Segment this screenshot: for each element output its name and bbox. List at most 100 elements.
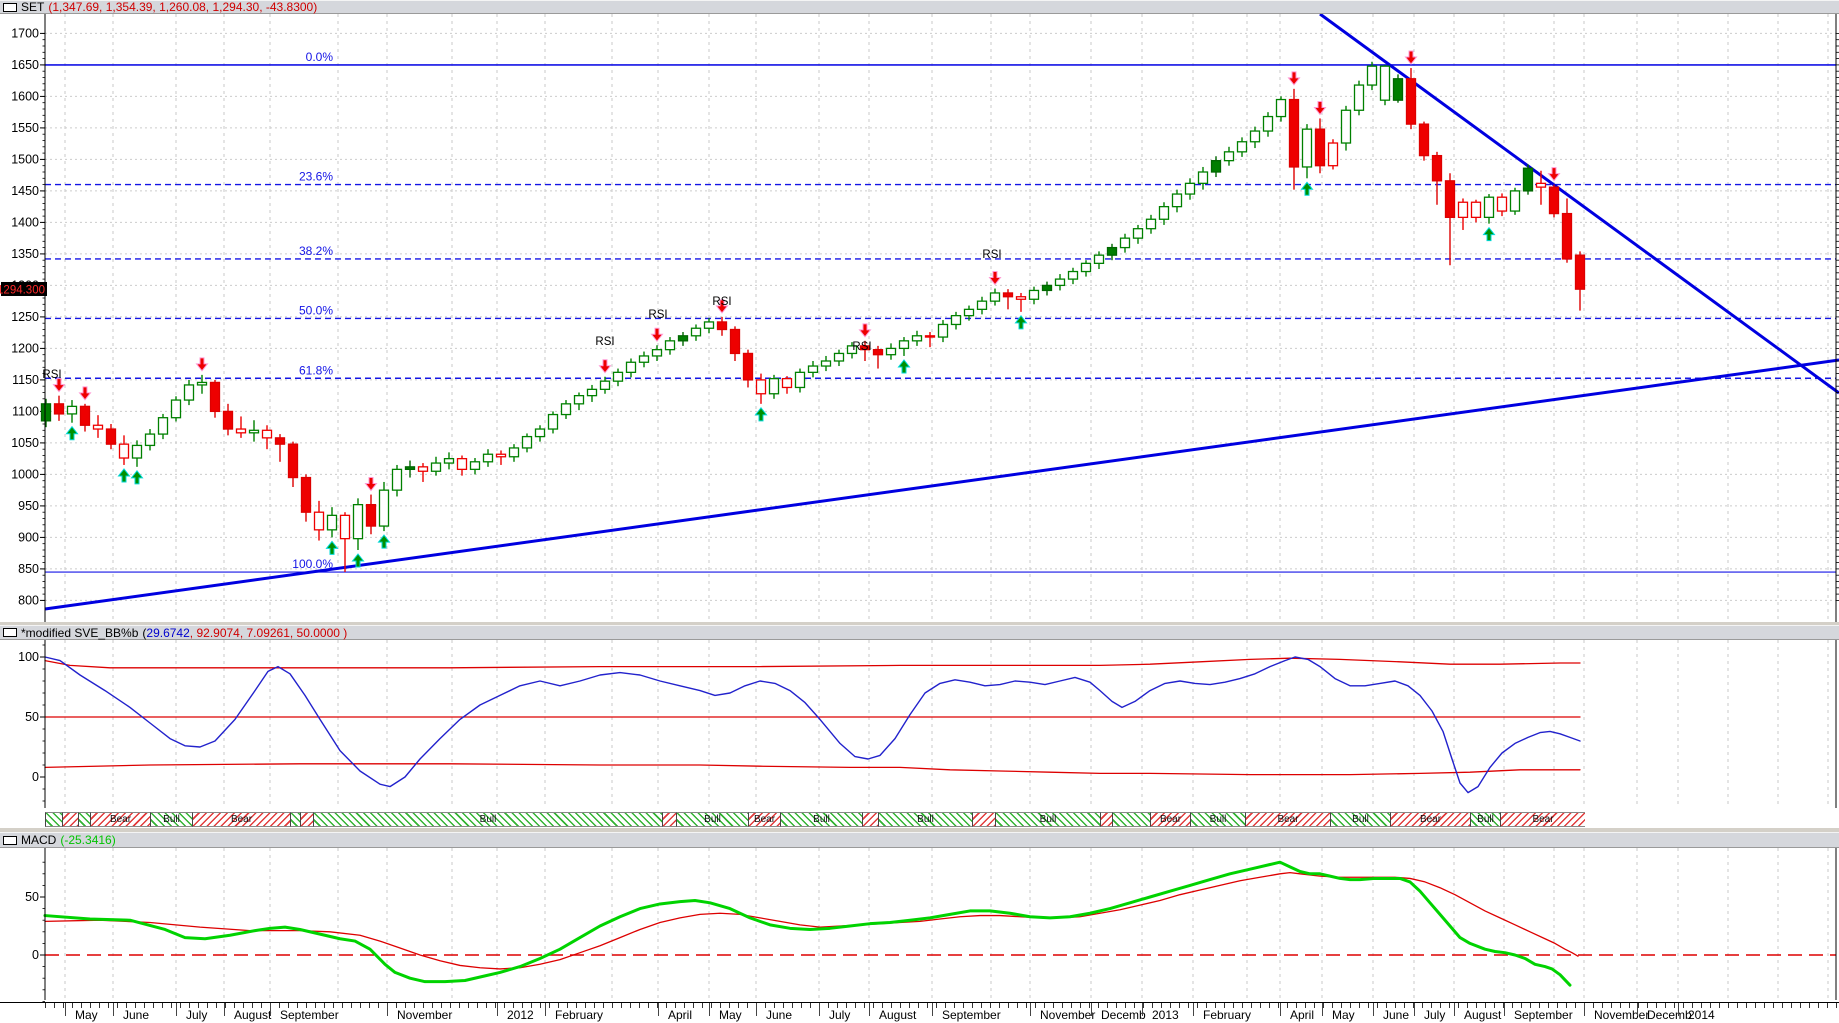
month-label: 2012 [507,1008,534,1022]
candlestick [1548,186,1560,215]
legend-checkbox-icon[interactable] [3,628,17,637]
candlestick [443,457,455,464]
candlestick [1002,292,1014,298]
candlestick [1093,254,1105,265]
regime-segment-bull: Bull [1330,812,1390,827]
candlestick [1457,201,1469,219]
candlestick [79,405,91,426]
month-label: May [75,1008,98,1022]
month-label: November [1040,1008,1096,1022]
candlestick [963,308,975,317]
candlestick [599,380,611,391]
regime-segment-label: Bull [813,814,830,825]
month-tick [387,1003,388,1016]
price-axis-label: 1400 [11,215,39,229]
regime-segment-bull: Bull [313,812,662,827]
month-label: April [1290,1008,1315,1022]
candlestick [1119,237,1131,249]
candlestick [703,321,715,329]
candlestick [768,377,780,395]
macd-chart: 50 0 [25,848,1837,1002]
month-label: April [668,1008,693,1022]
rsi-annotation: RSI [595,336,614,348]
candlestick [950,314,962,326]
last-price-tag-value: 1294.300 [0,284,45,296]
buy-arrow-icon [1482,226,1496,242]
candlestick [1314,128,1326,167]
price-axis-label: 1150 [12,373,39,387]
candlestick [976,300,988,310]
month-tick [1678,1003,1679,1016]
candlestick [66,405,78,415]
regime-segment-bear [662,812,676,827]
candlestick [430,462,442,472]
regime-segment-bear: Bear [748,812,780,827]
regime-segment-bear: Bear [90,812,150,827]
price-axis-label: 1000 [11,467,39,481]
sell-arrow-icon [650,327,664,343]
price-axis-label: 1100 [12,404,39,418]
candlestick [1236,141,1248,153]
buy-arrow-icon [897,359,911,374]
candlestick [1210,160,1222,173]
month-tick [1280,1003,1281,1016]
sve-value-1: 29.6742 [146,625,190,640]
candlestick [911,335,923,342]
candlestick [105,428,117,445]
price-axis-label: 1600 [11,89,39,103]
candlestick [1522,167,1534,192]
candlestick [131,444,143,459]
candlestick [235,428,247,434]
set-symbol-label: SET [21,0,45,14]
candlestick [92,424,104,430]
regime-segment-label: Bull [1477,814,1494,825]
month-tick [545,1003,546,1016]
sell-arrow-icon [858,323,872,338]
candlestick [391,468,403,491]
candlestick [833,352,845,362]
buy-arrow-icon [754,407,768,422]
legend-checkbox-icon[interactable] [3,835,17,845]
month-label: July [829,1008,851,1022]
candlestick [1405,78,1417,125]
candlestick [118,443,130,459]
month-label: November [1594,1008,1650,1022]
candlestick [729,328,741,355]
price-axis-label: 850 [18,562,39,576]
candlestick [378,489,390,527]
candlestick [807,365,819,373]
buy-arrow-icon [65,425,79,441]
month-label: September [942,1008,1001,1022]
candlestick [300,476,312,513]
regime-segment-bull: Bull [995,812,1100,827]
lower-band-line [44,763,1581,776]
candlestick [872,349,884,356]
candlestick [1132,228,1144,239]
month-tick [1584,1003,1585,1016]
legend-checkbox-icon[interactable] [3,2,17,12]
candlestick [1080,262,1092,273]
regime-segment-bull: Bull [676,812,748,827]
regime-segment-bull: Bull [1190,812,1245,827]
month-label: June [1383,1008,1410,1022]
month-tick [1637,1003,1638,1016]
candlestick [1470,201,1482,219]
month-tick [1142,1003,1143,1016]
candlestick [1054,278,1066,287]
candlestick [1041,284,1053,292]
candlestick [1184,182,1196,195]
candlestick [274,437,286,445]
sve-name-label: *modified SVE_BB%b [21,625,139,640]
price-axis-label: 1200 [11,341,39,355]
candlestick [716,321,728,331]
buy-arrow-icon [325,540,339,555]
regime-segment-label: Bear [753,814,776,825]
candlestick [1262,115,1274,132]
month-tick [756,1003,757,1016]
regime-segment-bear [862,812,878,827]
candlestick [625,361,637,373]
percent-b-line [44,656,1581,794]
candlestick [1340,109,1352,144]
candlestick [1106,246,1118,256]
month-tick [869,1003,870,1016]
